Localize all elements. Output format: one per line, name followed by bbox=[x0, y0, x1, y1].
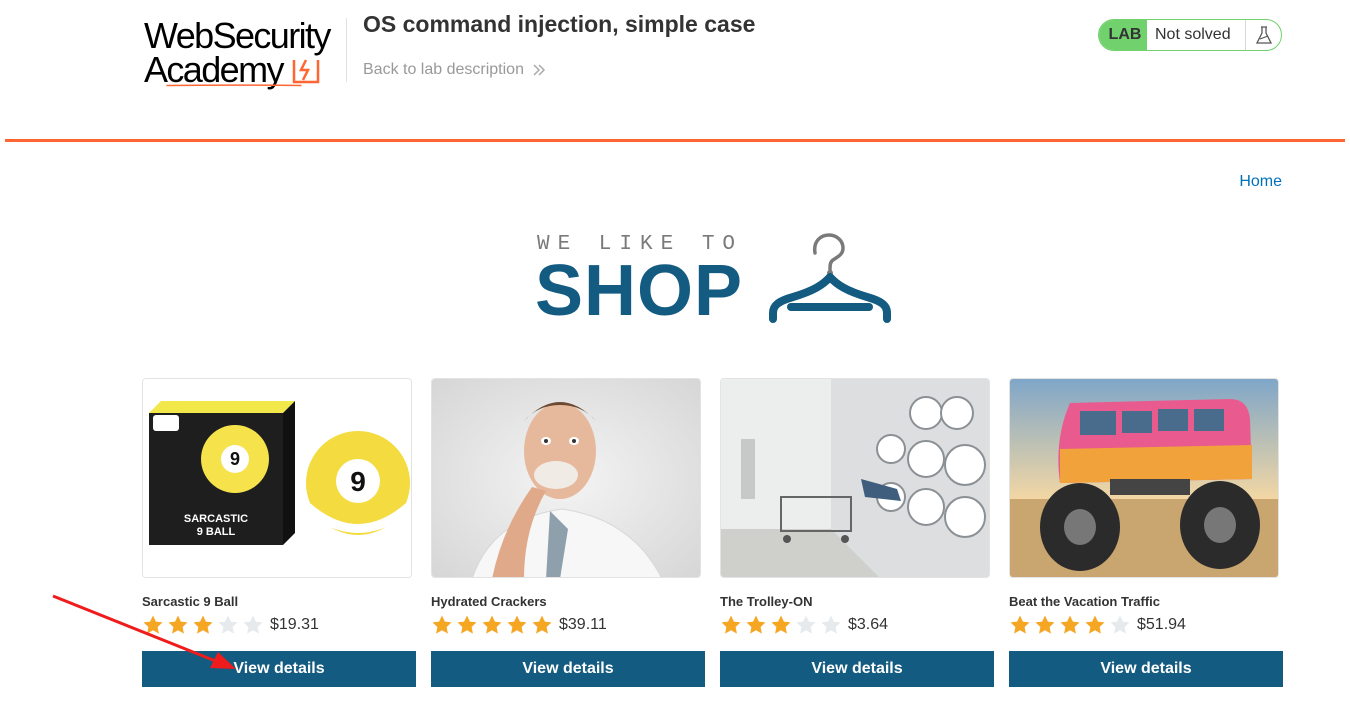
svg-text:9: 9 bbox=[230, 449, 240, 469]
back-link-label: Back to lab description bbox=[363, 61, 524, 78]
star-icon bbox=[1059, 614, 1081, 636]
flask-icon bbox=[1245, 20, 1281, 50]
star-icon bbox=[242, 614, 264, 636]
star-icon bbox=[1084, 614, 1106, 636]
nav-home-link[interactable]: Home bbox=[1239, 173, 1282, 191]
star-icon bbox=[431, 614, 453, 636]
star-icon bbox=[1034, 614, 1056, 636]
star-icon bbox=[770, 614, 792, 636]
product-card: Hydrated Crackers $39.11 View details bbox=[431, 378, 705, 688]
star-icon bbox=[481, 614, 503, 636]
product-card: Beat the Vacation Traffic $51.94 View de… bbox=[1009, 378, 1283, 688]
star-icon bbox=[506, 614, 528, 636]
lab-status-widget: LAB Not solved bbox=[1098, 19, 1282, 51]
banner-title: SHOP bbox=[535, 251, 744, 331]
product-rating: $51.94 bbox=[1009, 613, 1186, 637]
academy-header: WebSecurity Academy OS command injection… bbox=[0, 0, 1350, 142]
logo-underline bbox=[166, 84, 302, 87]
view-details-button[interactable]: View details bbox=[720, 651, 994, 687]
product-price: $39.11 bbox=[559, 616, 607, 633]
star-icon bbox=[456, 614, 478, 636]
view-details-button[interactable]: View details bbox=[1009, 651, 1283, 687]
star-icon bbox=[1009, 614, 1031, 636]
shop-banner: WE LIKE TO SHOP bbox=[535, 233, 891, 331]
product-price: $19.31 bbox=[270, 616, 319, 633]
star-icon bbox=[720, 614, 742, 636]
double-chevron-right-icon bbox=[533, 64, 546, 76]
star-icon bbox=[167, 614, 189, 636]
web-security-academy-logo[interactable]: WebSecurity Academy bbox=[144, 16, 344, 90]
star-icon bbox=[745, 614, 767, 636]
svg-text:9: 9 bbox=[350, 466, 366, 497]
star-icon bbox=[531, 614, 553, 636]
lab-title: OS command injection, simple case bbox=[363, 11, 756, 37]
product-rating: $39.11 bbox=[431, 613, 607, 637]
header-accent-rule bbox=[5, 139, 1345, 142]
product-grid: 9 SARCASTIC 9 BALL 9 Sarcastic 9 Ball $1… bbox=[142, 378, 1283, 688]
view-details-button[interactable]: View details bbox=[431, 651, 705, 687]
product-name: The Trolley-ON bbox=[720, 594, 813, 609]
product-card: The Trolley-ON $3.64 View details bbox=[720, 378, 994, 688]
svg-text:9 BALL: 9 BALL bbox=[197, 526, 236, 538]
product-image-sarcastic-9-ball[interactable]: 9 SARCASTIC 9 BALL 9 bbox=[142, 378, 412, 578]
lab-status-text: Not solved bbox=[1155, 26, 1231, 43]
star-icon bbox=[192, 614, 214, 636]
product-name: Beat the Vacation Traffic bbox=[1009, 594, 1160, 609]
product-rating: $3.64 bbox=[720, 613, 888, 637]
flame-icon bbox=[292, 59, 320, 84]
star-icon bbox=[142, 614, 164, 636]
product-card: 9 SARCASTIC 9 BALL 9 Sarcastic 9 Ball $1… bbox=[142, 378, 416, 688]
product-rating: $19.31 bbox=[142, 613, 319, 637]
logo-text-line2: Academy bbox=[144, 49, 284, 90]
star-icon bbox=[795, 614, 817, 636]
header-divider bbox=[346, 18, 347, 82]
product-image-beat-the-vacation-traffic[interactable] bbox=[1009, 378, 1279, 578]
view-details-button[interactable]: View details bbox=[142, 651, 416, 687]
star-icon bbox=[1109, 614, 1131, 636]
hanger-icon bbox=[769, 233, 891, 323]
back-to-lab-description-link[interactable]: Back to lab description bbox=[363, 61, 546, 79]
product-name: Hydrated Crackers bbox=[431, 594, 547, 609]
product-image-hydrated-crackers[interactable] bbox=[431, 378, 701, 578]
product-image-trolley-on[interactable] bbox=[720, 378, 990, 578]
product-price: $3.64 bbox=[848, 616, 889, 633]
lab-badge: LAB bbox=[1099, 20, 1147, 50]
star-icon bbox=[217, 614, 239, 636]
product-name: Sarcastic 9 Ball bbox=[142, 594, 239, 609]
product-price: $51.94 bbox=[1137, 616, 1186, 633]
star-icon bbox=[820, 614, 842, 636]
svg-text:SARCASTIC: SARCASTIC bbox=[184, 513, 248, 525]
